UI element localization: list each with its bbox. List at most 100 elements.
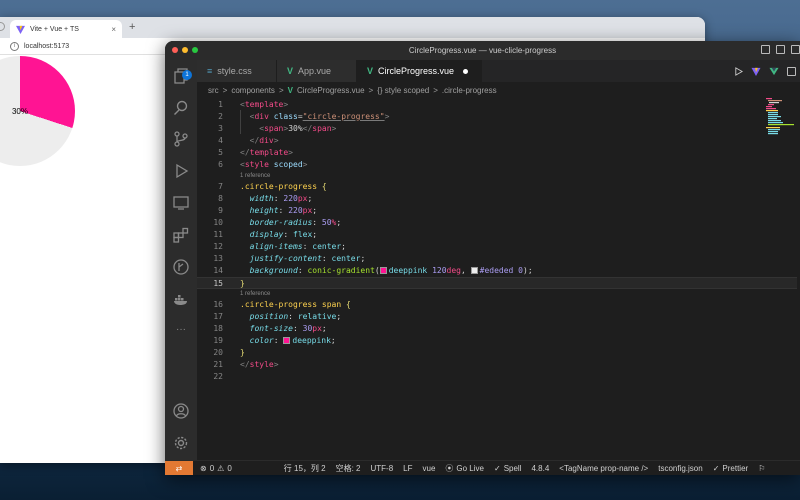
- problems-indicator[interactable]: ⊗ 0 ⚠ 0: [200, 464, 232, 473]
- code-line[interactable]: 13 justify-content: center;: [197, 253, 797, 265]
- tab-label: App.vue: [298, 66, 332, 76]
- code-line[interactable]: 17 position: relative;: [197, 311, 797, 323]
- code-text[interactable]: <style scoped>: [240, 159, 307, 171]
- code-text[interactable]: border-radius: 50%;: [240, 217, 342, 229]
- tab-label: style.css: [217, 66, 252, 76]
- go-live-button[interactable]: ⦿ Go Live: [445, 463, 484, 474]
- code-line[interactable]: 1 <template>: [197, 99, 797, 111]
- close-window-button[interactable]: [172, 47, 178, 53]
- tab-style-css[interactable]: ≡ style.css: [197, 60, 277, 82]
- code-line[interactable]: 7 .circle-progress {: [197, 181, 797, 193]
- code-text[interactable]: <template>: [240, 99, 288, 111]
- toggle-panel-icon[interactable]: [776, 45, 785, 54]
- line-ending[interactable]: LF: [403, 464, 412, 473]
- cursor-position[interactable]: 行 15，列 2: [284, 463, 326, 474]
- code-text[interactable]: justify-content: center;: [240, 253, 366, 265]
- git-graph-icon[interactable]: [173, 259, 189, 275]
- remote-icon[interactable]: ⇄: [165, 460, 193, 475]
- codelens-reference[interactable]: 1 reference: [240, 289, 270, 299]
- breadcrumb-file[interactable]: CircleProgress.vue: [297, 86, 365, 95]
- breadcrumb-selector[interactable]: .circle-progress: [442, 86, 497, 95]
- code-text[interactable]: </template>: [240, 147, 293, 159]
- code-text[interactable]: .circle-progress span {: [240, 299, 351, 311]
- vue-icon[interactable]: [769, 67, 779, 76]
- language-mode[interactable]: vue: [423, 464, 436, 473]
- code-line[interactable]: 19 color: deeppink;: [197, 335, 797, 347]
- gear-icon[interactable]: [173, 435, 189, 451]
- code-line[interactable]: 4 </div>: [197, 135, 797, 147]
- code-text[interactable]: align-items: center;: [240, 241, 346, 253]
- code-editor[interactable]: 1 <template> 2 <div class="circle-progress…: [197, 98, 800, 460]
- code-text[interactable]: width: 220px;: [240, 193, 313, 205]
- prettier-button[interactable]: ✓ Prettier: [713, 464, 749, 473]
- unsaved-dot-icon[interactable]: [463, 68, 469, 74]
- notifications-icon[interactable]: ⚐: [758, 464, 765, 473]
- code-line[interactable]: 3 <span>30%</span>: [197, 123, 797, 135]
- code-text[interactable]: .circle-progress {: [240, 181, 327, 193]
- window-controls: [172, 47, 198, 53]
- breadcrumb-components[interactable]: components: [231, 86, 275, 95]
- extensions-icon[interactable]: [173, 227, 189, 243]
- code-line[interactable]: 6 <style scoped>: [197, 159, 797, 171]
- docker-icon[interactable]: [173, 291, 189, 307]
- code-text[interactable]: </div>: [240, 135, 279, 147]
- codelens-reference[interactable]: 1 reference: [240, 171, 270, 181]
- browser-tab[interactable]: Vite + Vue + TS ×: [10, 20, 122, 38]
- code-line[interactable]: 12 align-items: center;: [197, 241, 797, 253]
- code-line[interactable]: 15}: [197, 277, 797, 289]
- url-text[interactable]: localhost:5173: [24, 43, 69, 50]
- code-text[interactable]: position: relative;: [240, 311, 342, 323]
- toggle-secondary-sidebar-icon[interactable]: [791, 45, 800, 54]
- browser-menu-icon[interactable]: [0, 22, 5, 31]
- code-text[interactable]: background: conic-gradient(deeppink 120d…: [240, 265, 533, 277]
- code-line[interactable]: 11 display: flex;: [197, 229, 797, 241]
- tab-circle-progress-vue[interactable]: V CircleProgress.vue: [357, 60, 482, 82]
- code-text[interactable]: color: deeppink;: [240, 335, 336, 347]
- code-line[interactable]: 16 .circle-progress span {: [197, 299, 797, 311]
- source-control-icon[interactable]: [173, 131, 189, 147]
- code-text[interactable]: </style>: [240, 359, 279, 371]
- info-icon[interactable]: i: [10, 41, 19, 51]
- code-line[interactable]: 5 </template>: [197, 147, 797, 159]
- code-text[interactable]: }: [240, 347, 245, 359]
- code-text[interactable]: font-size: 30px;: [240, 323, 327, 335]
- code-line[interactable]: 2 <div class="circle-progress">: [197, 111, 797, 123]
- vite-icon[interactable]: [751, 67, 761, 76]
- code-text[interactable]: <span>30%</span>: [240, 123, 336, 135]
- tag-name-case[interactable]: <TagName prop-name />: [559, 464, 648, 473]
- split-editor-icon[interactable]: [787, 66, 796, 76]
- indentation[interactable]: 空格: 2: [336, 463, 361, 474]
- run-icon[interactable]: [734, 66, 743, 76]
- tab-label: CircleProgress.vue: [378, 66, 455, 76]
- code-line[interactable]: 21 </style>: [197, 359, 797, 371]
- code-line[interactable]: 14 background: conic-gradient(deeppink 1…: [197, 265, 797, 277]
- code-line[interactable]: 20}: [197, 347, 797, 359]
- code-line[interactable]: 10 border-radius: 50%;: [197, 217, 797, 229]
- code-line[interactable]: 18 font-size: 30px;: [197, 323, 797, 335]
- tab-app-vue[interactable]: V App.vue: [277, 60, 357, 82]
- code-line[interactable]: 22: [197, 371, 797, 383]
- line-number: 20: [213, 348, 223, 357]
- code-line[interactable]: 8 width: 220px;: [197, 193, 797, 205]
- line-number: 21: [213, 360, 223, 369]
- breadcrumb-src[interactable]: src: [208, 86, 219, 95]
- minimize-window-button[interactable]: [182, 47, 188, 53]
- code-text[interactable]: <div class="circle-progress">: [240, 111, 390, 123]
- encoding[interactable]: UTF-8: [370, 464, 393, 473]
- ts-version[interactable]: 4.8.4: [531, 464, 549, 473]
- code-line[interactable]: 9 height: 220px;: [197, 205, 797, 217]
- maximize-window-button[interactable]: [192, 47, 198, 53]
- close-icon[interactable]: ×: [111, 25, 116, 34]
- tsconfig-button[interactable]: tsconfig.json: [658, 464, 702, 473]
- more-icon[interactable]: ···: [173, 322, 189, 338]
- code-text[interactable]: height: 220px;: [240, 205, 317, 217]
- remote-explorer-icon[interactable]: [173, 195, 189, 211]
- search-icon[interactable]: [173, 100, 189, 116]
- account-icon[interactable]: [173, 403, 189, 419]
- new-tab-button[interactable]: +: [129, 21, 135, 33]
- code-text[interactable]: display: flex;: [240, 229, 317, 241]
- breadcrumb-section[interactable]: {} style scoped: [377, 86, 429, 95]
- run-debug-icon[interactable]: [173, 163, 189, 179]
- spell-button[interactable]: ✓ Spell: [494, 464, 522, 473]
- toggle-sidebar-icon[interactable]: [761, 45, 770, 54]
